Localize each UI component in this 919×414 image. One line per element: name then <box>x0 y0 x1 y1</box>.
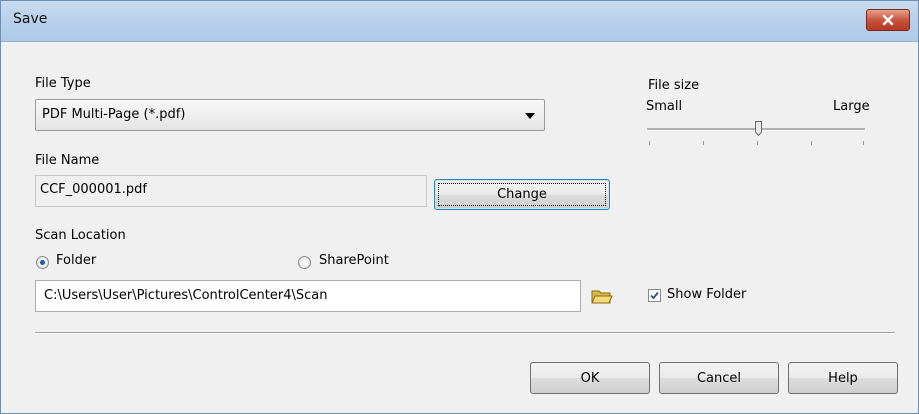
ok-button[interactable]: OK <box>530 362 650 394</box>
window-title: Save <box>13 11 48 27</box>
file-size-max-label: Large <box>833 99 870 114</box>
file-name-field: CCF_000001.pdf <box>35 175 427 207</box>
divider <box>35 332 895 334</box>
file-type-label: File Type <box>35 76 91 91</box>
file-name-label: File Name <box>35 153 100 168</box>
cancel-button[interactable]: Cancel <box>659 362 779 394</box>
save-dialog: Save File Type PDF Multi-Page (*.pdf) Fi… <box>0 0 919 414</box>
slider-tick <box>703 141 704 145</box>
slider-tick <box>863 141 864 145</box>
show-folder-label[interactable]: Show Folder <box>667 287 746 302</box>
close-button[interactable] <box>866 9 910 31</box>
scan-location-label: Scan Location <box>35 228 126 243</box>
sharepoint-radio[interactable] <box>298 256 311 269</box>
file-size-min-label: Small <box>646 99 683 114</box>
cancel-button-label: Cancel <box>696 370 742 386</box>
scan-path-input[interactable]: C:\Users\User\Pictures\ControlCenter4\Sc… <box>35 280 581 312</box>
show-folder-checkbox[interactable] <box>648 289 661 302</box>
close-icon <box>882 14 894 26</box>
folder-radio[interactable] <box>36 256 49 269</box>
sharepoint-radio-label[interactable]: SharePoint <box>319 253 389 268</box>
scan-path-value: C:\Users\User\Pictures\ControlCenter4\Sc… <box>44 288 328 303</box>
slider-tick <box>649 141 650 145</box>
file-name-value: CCF_000001.pdf <box>40 182 147 197</box>
slider-tick <box>757 141 758 145</box>
file-type-select[interactable]: PDF Multi-Page (*.pdf) <box>35 99 545 131</box>
help-button-label: Help <box>828 370 858 386</box>
folder-radio-label[interactable]: Folder <box>56 253 96 268</box>
change-button[interactable]: Change <box>434 179 610 210</box>
file-type-selected-value: PDF Multi-Page (*.pdf) <box>42 107 186 122</box>
slider-thumb[interactable] <box>754 121 762 136</box>
folder-icon[interactable] <box>591 288 613 305</box>
title-bar: Save <box>1 1 918 42</box>
slider-tick <box>811 141 812 145</box>
chevron-down-icon <box>525 113 535 119</box>
help-button[interactable]: Help <box>788 362 898 394</box>
dialog-content: File Type PDF Multi-Page (*.pdf) File si… <box>1 42 918 404</box>
checkmark-icon <box>650 291 659 300</box>
ok-button-label: OK <box>580 370 600 386</box>
file-size-label: File size <box>648 78 700 93</box>
